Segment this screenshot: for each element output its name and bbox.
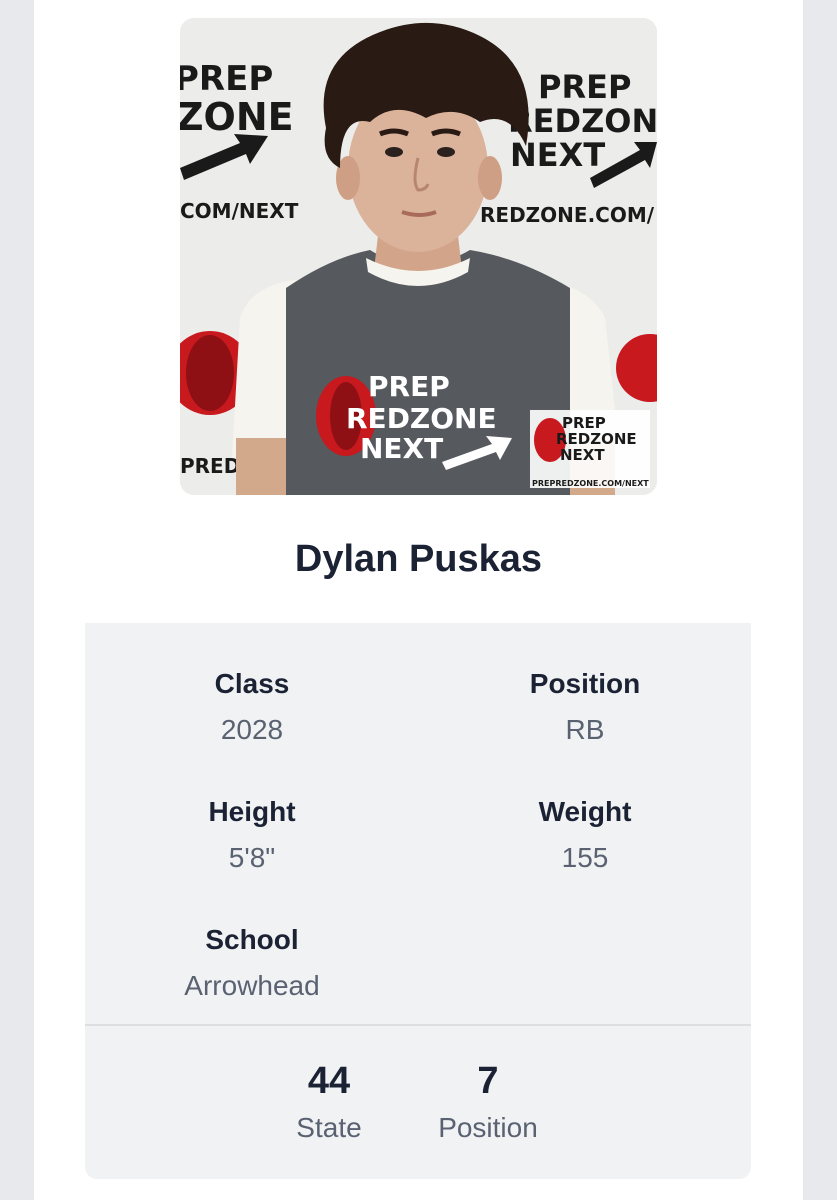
svg-text:REDZONE: REDZONE — [346, 402, 497, 435]
svg-text:COM/NEXT: COM/NEXT — [180, 199, 299, 223]
attribute-height: Height 5'8" — [127, 795, 377, 875]
attribute-school: School Arrowhead — [127, 923, 377, 1003]
school-label: School — [205, 924, 299, 955]
player-name: Dylan Puskas — [294, 538, 543, 580]
player-photo: PREP ZONE COM/NEXT PRED PREP REDZONE NEX… — [180, 18, 657, 495]
svg-text:REDZONE: REDZONE — [508, 102, 657, 140]
attribute-class: Class 2028 — [127, 667, 377, 747]
attribute-weight: Weight 155 — [460, 795, 710, 875]
player-profile-card: PREP ZONE COM/NEXT PRED PREP REDZONE NEX… — [34, 0, 803, 1200]
svg-text:PRED: PRED — [180, 454, 240, 478]
svg-text:NEXT: NEXT — [360, 432, 443, 465]
svg-text:REDZONE.COM/: REDZONE.COM/ — [480, 203, 655, 227]
weight-label: Weight — [538, 796, 632, 827]
stats-divider — [85, 1024, 751, 1026]
svg-text:NEXT: NEXT — [560, 446, 605, 464]
class-label: Class — [214, 668, 290, 699]
position-rank[interactable]: 7 Position — [388, 1059, 588, 1145]
position-rank-label: Position — [438, 1112, 538, 1143]
position-label: Position — [529, 668, 641, 699]
position-value: RB — [565, 714, 605, 745]
height-label: Height — [208, 796, 296, 827]
svg-text:PREPREDZONE.COM/NEXT: PREPREDZONE.COM/NEXT — [532, 479, 649, 488]
svg-text:PREP: PREP — [368, 370, 450, 403]
svg-text:ZONE: ZONE — [180, 95, 294, 139]
school-value: Arrowhead — [184, 970, 320, 1001]
watermark-logo: PREP REDZONE NEXT PREPREDZONE.COM/NEXT — [530, 410, 650, 488]
height-value: 5'8" — [228, 842, 276, 873]
svg-text:PREP: PREP — [180, 59, 273, 99]
svg-text:PREP: PREP — [538, 68, 631, 106]
position-rank-value: 7 — [477, 1060, 499, 1102]
attribute-position: Position RB — [460, 667, 710, 747]
weight-value: 155 — [561, 842, 609, 873]
player-stats-panel: Class 2028 Position RB Height 5'8" Weigh… — [85, 623, 751, 1179]
class-value: 2028 — [220, 714, 284, 745]
